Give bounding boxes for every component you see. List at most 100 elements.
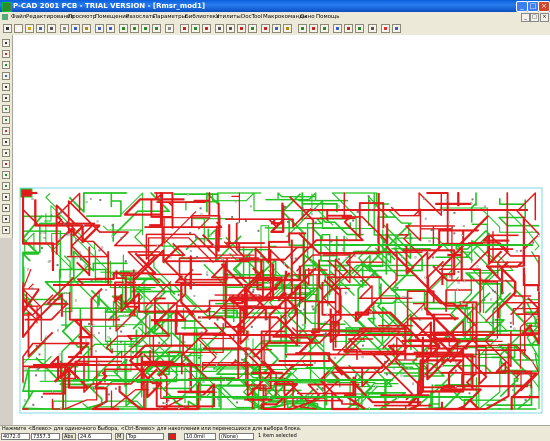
pad-11[interactable] [372,274,375,277]
pad-117[interactable] [425,362,428,365]
pad-208[interactable] [199,207,202,210]
fill-icon[interactable] [355,24,364,33]
pad-14[interactable] [470,202,473,205]
pad-3[interactable] [158,341,161,344]
top-trace-144[interactable] [482,281,499,339]
pad-285[interactable] [267,281,269,284]
zoom-area-icon[interactable] [2,61,10,69]
pad-311[interactable] [405,296,408,299]
pad-151[interactable] [342,248,344,251]
pad-242[interactable] [138,256,141,259]
bottom-trace-215[interactable] [94,249,103,283]
pad-91[interactable] [356,211,359,214]
pad-275[interactable] [476,265,479,268]
pad-264[interactable] [93,334,96,337]
pad-295[interactable] [256,294,259,297]
route-icon[interactable] [180,24,189,33]
pad-173[interactable] [236,222,239,225]
pad-315[interactable] [456,288,459,291]
menu-view[interactable]: Просмотр [68,13,96,21]
drc-icon[interactable] [261,24,270,33]
mode-toggle-button[interactable]: M [115,433,124,440]
pad-88[interactable] [200,363,203,366]
pad-58[interactable] [451,226,454,229]
pad-209[interactable] [120,340,122,343]
pad-149[interactable] [285,352,288,355]
pad-220[interactable] [455,361,458,364]
top-trace-195[interactable] [145,225,218,260]
pad-28[interactable] [289,286,292,288]
pointer-icon[interactable] [3,24,12,33]
pad-199[interactable] [400,374,403,377]
ruler-icon[interactable] [2,226,10,234]
pad-205[interactable] [82,224,85,227]
print-icon[interactable] [47,24,56,33]
pad-84[interactable] [98,249,101,252]
pad-92[interactable] [189,231,192,234]
pad-37[interactable] [345,237,348,240]
pad-40[interactable] [152,303,155,306]
pad-78[interactable] [463,306,466,309]
pad-281[interactable] [40,231,43,234]
pad-96[interactable] [160,293,163,296]
pad-212[interactable] [182,355,185,358]
top-trace-176[interactable] [225,207,312,228]
pad-257[interactable] [43,231,46,234]
pad-140[interactable] [196,255,199,258]
pad-13[interactable] [385,373,388,376]
pad-305[interactable] [219,382,222,385]
pad-206[interactable] [386,263,389,266]
pad-316[interactable] [257,229,260,232]
pad-190[interactable] [191,373,194,376]
netlist-icon[interactable] [320,24,329,33]
pad-274[interactable] [441,364,444,367]
pad-5[interactable] [83,264,86,267]
dimension-icon[interactable] [2,171,10,179]
pad-226[interactable] [58,353,61,356]
pad-283[interactable] [252,291,255,293]
pad-156[interactable] [247,338,250,341]
pad-291[interactable] [132,351,135,354]
pad-289[interactable] [454,385,457,388]
pad-1[interactable] [523,266,526,268]
layer-select[interactable]: Top [126,433,164,440]
pad-221[interactable] [74,299,77,302]
stop-icon[interactable] [381,24,390,33]
pad-61[interactable] [404,358,407,361]
pad-29[interactable] [31,197,34,200]
pad-308[interactable] [49,302,51,305]
zoom-out-icon[interactable] [130,24,139,33]
pad-123[interactable] [63,222,66,225]
pad-10[interactable] [193,294,196,297]
pad-104[interactable] [515,250,518,253]
copper-icon[interactable] [344,24,353,33]
pad-171[interactable] [488,233,490,236]
pad-302[interactable] [107,393,110,396]
pad-87[interactable] [60,211,62,214]
pad-116[interactable] [284,206,287,208]
pad-261[interactable] [310,213,313,216]
pad-31[interactable] [216,318,219,321]
component-icon[interactable] [298,24,307,33]
pad-137[interactable] [396,397,399,400]
pad-286[interactable] [387,253,390,256]
line-width-select[interactable]: 10.0mil [184,433,216,440]
pad-90[interactable] [109,327,112,330]
pad-166[interactable] [248,348,251,351]
pad-64[interactable] [193,282,196,285]
pad-235[interactable] [120,237,123,240]
pad-223[interactable] [35,374,38,377]
pad-77[interactable] [200,331,203,334]
polygon-icon[interactable] [2,105,10,113]
pad-250[interactable] [244,352,247,355]
pad-74[interactable] [314,208,317,211]
pad-287[interactable] [156,244,159,247]
pad-57[interactable] [471,198,474,201]
abs-toggle-button[interactable]: Abs [62,433,76,440]
copper-pour-icon[interactable] [2,116,10,124]
pad-146[interactable] [475,349,478,352]
pad-8[interactable] [322,390,325,393]
pad-17[interactable] [31,287,34,290]
pad-230[interactable] [316,388,319,391]
pad-211[interactable] [301,323,304,326]
